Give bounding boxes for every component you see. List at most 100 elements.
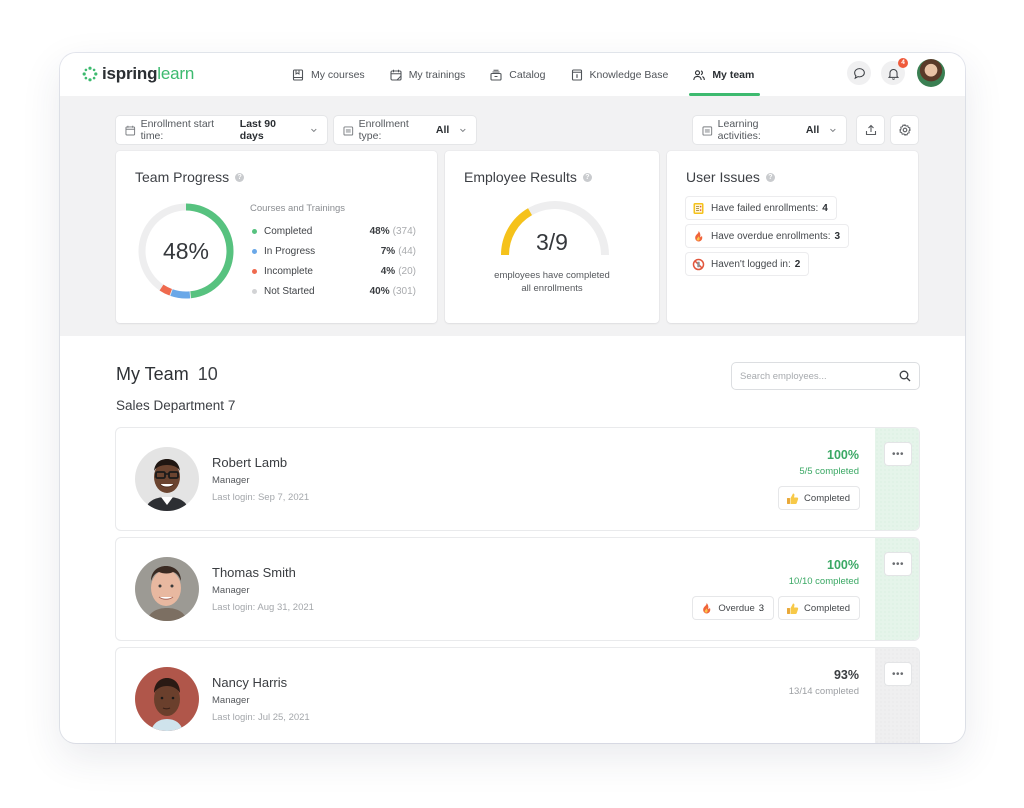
nav-label: Knowledge Base xyxy=(589,68,669,81)
employee-actions-column: ••• xyxy=(875,428,919,530)
employee-row[interactable]: Robert Lamb Manager Last login: Sep 7, 2… xyxy=(116,428,919,530)
employee-tags: Overdue 3 Completed xyxy=(687,597,859,619)
top-navigation: ispring learn My courses My trainings Cat… xyxy=(60,53,965,96)
chevron-down-icon xyxy=(830,128,836,133)
employee-name[interactable]: Nancy Harris xyxy=(212,675,287,690)
issue-label: Haven't logged in: xyxy=(711,258,791,270)
chat-bubble-icon xyxy=(853,67,865,79)
enrollment-start-time-dropdown[interactable]: Enrollment start time: Last 90 days xyxy=(116,116,327,144)
search-employees-input[interactable] xyxy=(740,370,899,382)
more-options-button[interactable]: ••• xyxy=(885,663,911,685)
export-button[interactable] xyxy=(857,116,884,144)
employee-last-login: Last login: Aug 31, 2021 xyxy=(212,602,314,613)
messages-button[interactable] xyxy=(847,61,871,85)
legend-row-not-started: Not Started 40% (301) xyxy=(250,281,416,301)
user-avatar[interactable] xyxy=(917,59,945,87)
learning-activities-dropdown[interactable]: Learning activities: All xyxy=(693,116,846,144)
nav-knowledge-base[interactable]: Knowledge Base xyxy=(571,53,669,96)
search-icon[interactable] xyxy=(899,370,911,382)
issue-count: 3 xyxy=(834,230,841,242)
more-options-button[interactable]: ••• xyxy=(885,553,911,575)
legend-dot xyxy=(252,228,257,234)
legend-dot xyxy=(252,288,257,294)
employee-completed-count: 13/14 completed xyxy=(788,686,859,697)
employee-role: Manager xyxy=(212,695,250,706)
help-icon[interactable]: ? xyxy=(582,172,592,182)
chevron-down-icon xyxy=(460,128,466,133)
legend-label: In Progress xyxy=(264,245,316,257)
employee-last-login: Last login: Sep 7, 2021 xyxy=(212,492,310,503)
legend-count: (301) xyxy=(392,285,416,297)
employee-name[interactable]: Thomas Smith xyxy=(212,565,296,580)
app-window: ispring learn My courses My trainings Cat… xyxy=(60,53,965,743)
notifications-button[interactable]: 4 xyxy=(881,58,908,85)
department-count: 7 xyxy=(227,398,236,413)
legend-row-completed: Completed 48% (374) xyxy=(250,221,416,241)
help-icon[interactable]: ? xyxy=(235,172,245,182)
overdue-tag[interactable]: Overdue 3 xyxy=(693,597,774,619)
issue-label: Have failed enrollments: xyxy=(711,202,819,214)
team-icon xyxy=(693,69,706,80)
employee-results-title: Employee Results xyxy=(464,169,577,185)
filter-value: Last 90 days xyxy=(239,118,276,142)
my-team-section: My Team 10 Sales Department 7 Robert Lam… xyxy=(60,336,965,743)
book-icon xyxy=(292,68,304,81)
fire-icon xyxy=(692,230,705,243)
failed-checklist-icon xyxy=(692,202,705,215)
filter-label: Enrollment type: xyxy=(358,118,409,142)
calendar-icon xyxy=(702,125,713,136)
team-progress-title: Team Progress xyxy=(135,169,230,185)
my-team-count: 10 xyxy=(197,364,218,384)
help-icon[interactable]: ? xyxy=(765,172,775,182)
card-title: User Issues ? xyxy=(686,169,775,185)
employee-avatar xyxy=(135,667,199,731)
employee-completed-count: 10/10 completed xyxy=(788,576,859,587)
issue-failed-enrollments[interactable]: Have failed enrollments: 4 xyxy=(686,197,836,219)
gauge-value-label: 3/9 xyxy=(536,229,568,255)
issue-overdue-enrollments[interactable]: Have overdue enrollments: 3 xyxy=(686,225,849,247)
department-name: Sales Department xyxy=(116,398,225,413)
prohibited-icon xyxy=(692,258,705,271)
employee-row[interactable]: Nancy Harris Manager Last login: Jul 25,… xyxy=(116,648,919,743)
issue-count: 4 xyxy=(822,202,828,214)
completed-tag[interactable]: Completed xyxy=(779,597,859,619)
nav-my-courses[interactable]: My courses xyxy=(292,53,365,96)
department-heading[interactable]: Sales Department 7 xyxy=(116,398,235,413)
legend-row-incomplete: Incomplete 4% (20) xyxy=(250,261,416,281)
legend-percent: 48% xyxy=(369,225,390,237)
settings-button[interactable] xyxy=(891,116,918,144)
ispring-learn-logo[interactable]: ispring learn xyxy=(82,64,194,84)
tag-label: Completed xyxy=(804,492,850,504)
issue-not-logged-in[interactable]: Haven't logged in: 2 xyxy=(686,253,809,275)
employee-tags: Completed xyxy=(773,487,859,509)
donut-center-label: 48% xyxy=(162,237,210,264)
employee-row[interactable]: Thomas Smith Manager Last login: Aug 31,… xyxy=(116,538,919,640)
legend-percent: 40% xyxy=(369,285,390,297)
employee-progress-percent: 93% xyxy=(833,668,859,682)
enrollment-type-dropdown[interactable]: Enrollment type: All xyxy=(334,116,476,144)
completed-tag[interactable]: Completed xyxy=(779,487,859,509)
legend-dot xyxy=(252,248,257,254)
filter-value: All xyxy=(435,124,450,136)
user-issues-card: User Issues ? Have failed enrollments: 4… xyxy=(667,151,918,323)
employee-actions-column: ••• xyxy=(875,648,919,743)
legend-dot xyxy=(252,268,257,274)
nav-catalog[interactable]: Catalog xyxy=(490,53,546,96)
tag-label: Completed xyxy=(804,602,850,614)
card-title: Team Progress ? xyxy=(135,169,245,185)
card-title: Employee Results ? xyxy=(464,169,592,185)
issue-label: Have overdue enrollments: xyxy=(711,230,831,242)
upload-icon xyxy=(865,124,876,136)
more-options-button[interactable]: ••• xyxy=(885,443,911,465)
employee-last-login: Last login: Jul 25, 2021 xyxy=(212,712,310,723)
search-employees-field[interactable] xyxy=(732,363,919,389)
progress-legend: Completed 48% (374) In Progress 7% (44) … xyxy=(250,221,416,301)
nav-label: My courses xyxy=(311,68,365,81)
nav-my-team[interactable]: My team xyxy=(689,53,761,96)
employee-name[interactable]: Robert Lamb xyxy=(212,455,287,470)
info-book-icon xyxy=(571,68,582,81)
employee-progress-percent: 100% xyxy=(827,558,859,572)
nav-my-trainings[interactable]: My trainings xyxy=(390,53,465,96)
my-team-title: My Team xyxy=(116,364,189,384)
legend-title: Courses and Trainings xyxy=(250,203,346,214)
